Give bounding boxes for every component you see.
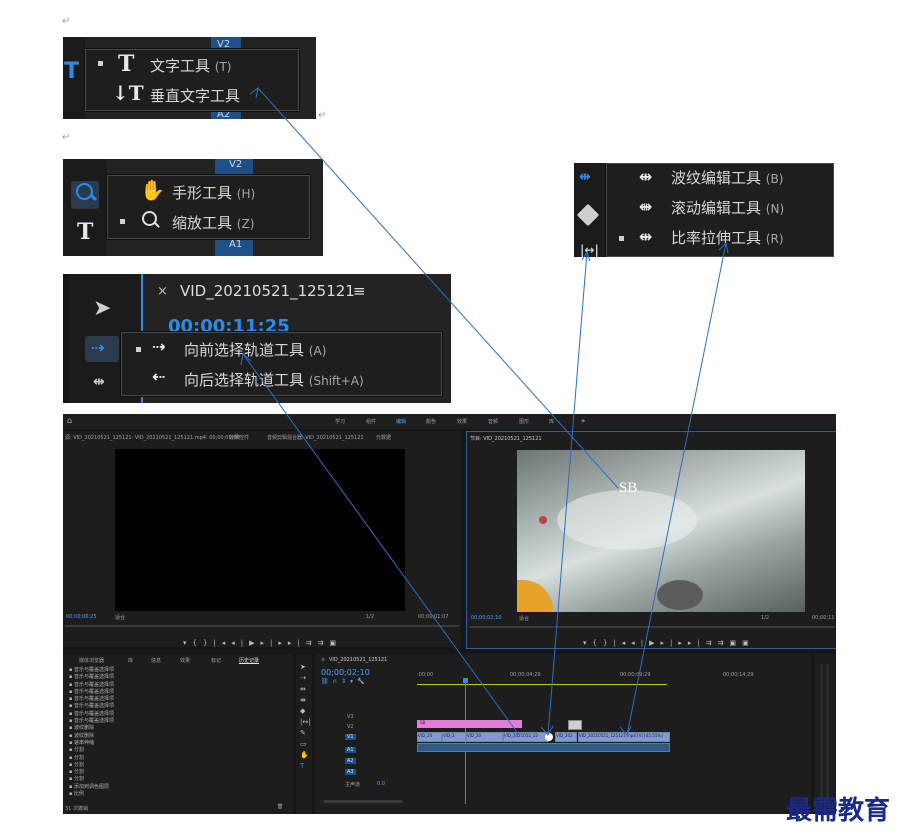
arrowhead [249, 86, 259, 99]
arrow-razor-tool [547, 251, 588, 736]
brand-logo: 最需教育 [786, 796, 891, 826]
arrow-track-select [242, 353, 520, 736]
arrow-type-tool [257, 87, 619, 489]
arrowhead [540, 725, 554, 736]
arrowhead [619, 725, 632, 736]
arrowhead [718, 241, 729, 254]
arrow-rate-stretch [626, 242, 727, 736]
annotation-arrows [240, 86, 729, 736]
